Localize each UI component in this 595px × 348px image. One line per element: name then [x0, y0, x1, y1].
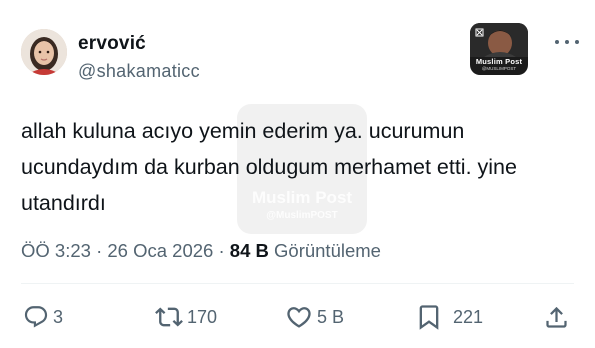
reply-count: 3	[53, 306, 64, 327]
heart-icon	[287, 307, 311, 328]
tweet-card: ervović @shakamaticc Muslim Post @MUSLIM…	[0, 0, 595, 348]
like-button[interactable]: 5 B	[285, 303, 344, 331]
meta-separator: ·	[96, 240, 103, 261]
retweet-icon	[155, 307, 183, 327]
display-name[interactable]: ervović	[78, 33, 146, 55]
meta-separator: ·	[218, 240, 225, 261]
logo-sublabel: @MUSLIMPOST	[481, 66, 517, 71]
retweet-button[interactable]: 170	[155, 303, 217, 331]
reply-button[interactable]: 3	[23, 303, 63, 331]
bookmark-button[interactable]: 221	[415, 303, 483, 331]
divider	[21, 283, 574, 284]
bookmark-icon	[419, 305, 439, 330]
views-count: 84 B	[229, 240, 269, 261]
logo-portrait	[470, 23, 528, 57]
tweet-text: allah kuluna acıyo yemin ederim ya. ucur…	[21, 119, 517, 215]
reply-icon	[24, 306, 48, 328]
retweet-count: 170	[187, 306, 218, 327]
share-button[interactable]	[543, 303, 570, 331]
views-label: Görüntüleme	[274, 240, 381, 261]
avatar[interactable]	[21, 29, 67, 75]
more-options-icon[interactable]	[555, 36, 579, 48]
share-icon	[546, 306, 567, 328]
muslim-post-logo: Muslim Post @MUSLIMPOST	[470, 23, 528, 75]
avatar-image	[21, 29, 67, 75]
tweet-time[interactable]: ÖÖ 3:23	[21, 240, 91, 261]
like-count: 5 B	[317, 306, 345, 327]
tweet-date[interactable]: 26 Oca 2026	[107, 240, 213, 261]
logo-label: Muslim Post	[475, 57, 523, 66]
tweet-meta: ÖÖ 3:23 · 26 Oca 2026 · 84 B Görüntüleme	[21, 240, 381, 262]
bookmark-count: 221	[453, 306, 484, 327]
user-handle[interactable]: @shakamaticc	[78, 61, 200, 82]
